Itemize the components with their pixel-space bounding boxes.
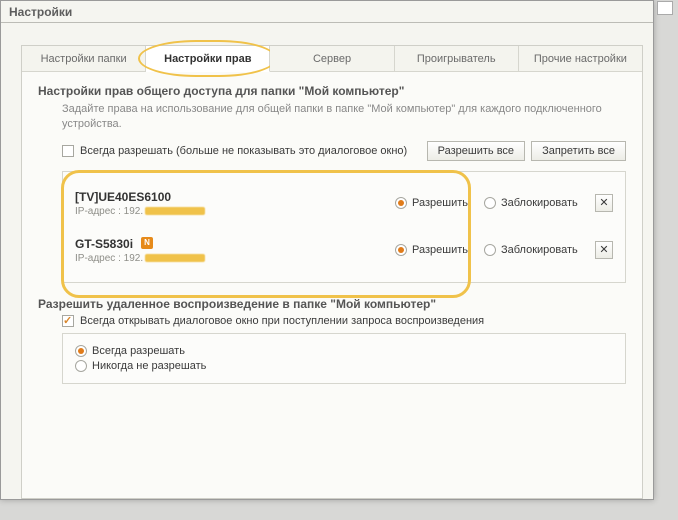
device-row: [TV]UE40ES6100 IP-адрес : 192. Разрешить За… (71, 180, 617, 227)
block-radio[interactable] (484, 197, 496, 209)
device-name: [TV]UE40ES6100 (75, 190, 395, 204)
remote-dialog-label: Всегда открывать диалоговое окно при пос… (80, 315, 484, 327)
remote-dialog-checkbox[interactable] (62, 315, 74, 327)
tab-4[interactable]: Прочие настройки (519, 46, 642, 71)
remove-device-button[interactable]: ✕ (595, 241, 613, 259)
tab-body: Настройки прав общего доступа для папки … (22, 72, 642, 390)
block-radio-group: Заблокировать (484, 197, 578, 209)
allow-radio-group: Разрешить (395, 197, 468, 209)
external-fragment (657, 1, 673, 15)
allow-radio[interactable] (395, 244, 407, 256)
tab-2[interactable]: Сервер (270, 46, 394, 71)
remote-deny-row: Никогда не разрешать (75, 360, 613, 372)
content-frame: Настройки папкиНастройки правСерверПроиг… (21, 45, 643, 499)
tab-1[interactable]: Настройки прав (146, 46, 270, 72)
allow-all-button[interactable]: Разрешить все (427, 141, 525, 161)
always-allow-checkbox[interactable] (62, 145, 74, 157)
tab-3[interactable]: Проигрыватель (395, 46, 519, 71)
remote-allow-label: Всегда разрешать (92, 345, 185, 357)
remote-checkbox-row: Всегда открывать диалоговое окно при пос… (62, 315, 626, 327)
ip-redacted (145, 254, 205, 262)
remote-deny-label: Никогда не разрешать (92, 360, 206, 372)
device-list: [TV]UE40ES6100 IP-адрес : 192. Разрешить За… (62, 171, 626, 283)
n-badge-icon: N (141, 237, 153, 249)
permissions-description: Задайте права на использование для общей… (62, 102, 626, 133)
remove-device-button[interactable]: ✕ (595, 194, 613, 212)
device-ip: IP-адрес : 192. (75, 253, 395, 264)
always-allow-label: Всегда разрешать (больше не показывать э… (80, 145, 407, 157)
device-ip: IP-адрес : 192. (75, 206, 395, 217)
remote-deny-radio[interactable] (75, 360, 87, 372)
device-info: [TV]UE40ES6100 IP-адрес : 192. (75, 190, 395, 217)
allow-radio[interactable] (395, 197, 407, 209)
remote-options-box: Всегда разрешать Никогда не разрешать (62, 333, 626, 384)
remote-allow-row: Всегда разрешать (75, 345, 613, 357)
block-radio[interactable] (484, 244, 496, 256)
block-radio-group: Заблокировать (484, 244, 578, 256)
allow-label: Разрешить (412, 197, 468, 209)
remote-allow-radio[interactable] (75, 345, 87, 357)
tab-0[interactable]: Настройки папки (22, 46, 146, 71)
window-title: Настройки (1, 1, 653, 23)
deny-all-button[interactable]: Запретить все (531, 141, 626, 161)
ip-redacted (145, 207, 205, 215)
settings-window: Настройки Настройки папкиНастройки правС… (0, 0, 654, 500)
permissions-top-row: Всегда разрешать (больше не показывать э… (62, 141, 626, 161)
device-info: GT-S5830iN IP-адрес : 192. (75, 237, 395, 264)
device-name: GT-S5830iN (75, 237, 395, 251)
allow-label: Разрешить (412, 244, 468, 256)
block-label: Заблокировать (501, 197, 578, 209)
highlight-oval-tab (138, 40, 277, 77)
permissions-title: Настройки прав общего доступа для папки … (38, 84, 626, 98)
device-row: GT-S5830iN IP-адрес : 192. Разрешить Заблок… (71, 227, 617, 274)
tab-bar: Настройки папкиНастройки правСерверПроиг… (22, 46, 642, 72)
remote-title: Разрешить удаленное воспроизведение в па… (38, 297, 626, 311)
block-label: Заблокировать (501, 244, 578, 256)
allow-radio-group: Разрешить (395, 244, 468, 256)
